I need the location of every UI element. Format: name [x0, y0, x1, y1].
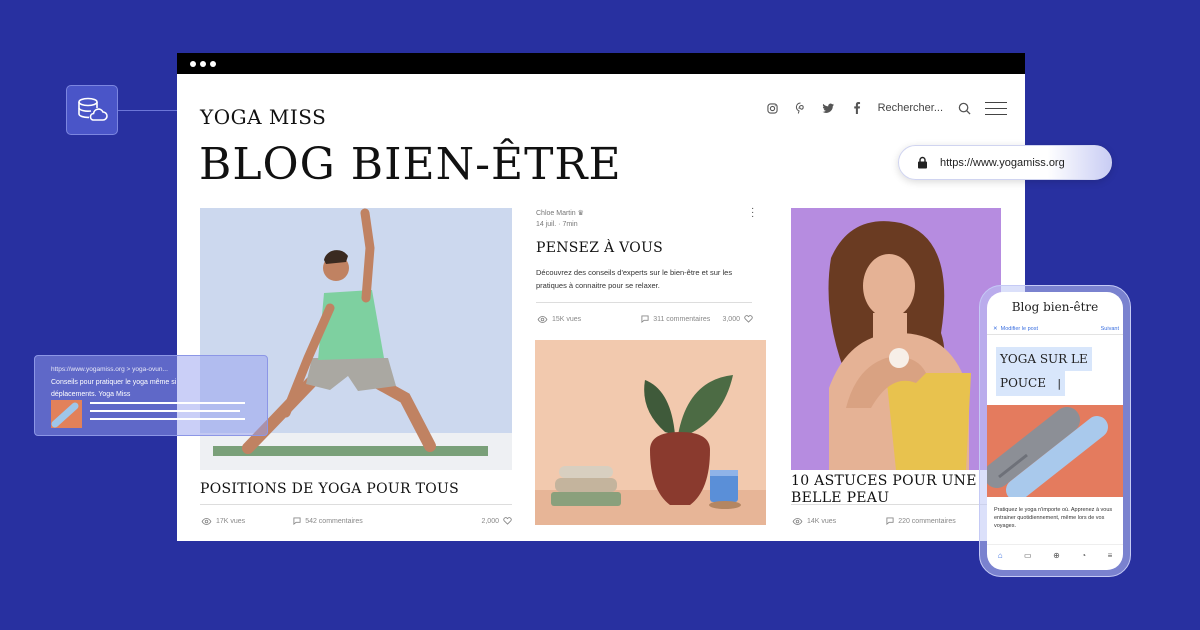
blog-title: BLOG BIEN-ÊTRE: [199, 139, 622, 190]
notifications-icon[interactable]: ◔: [1081, 551, 1086, 560]
post-author-meta: Chloe Martin ♛ 14 juil. · 7min: [536, 208, 584, 230]
post-divider: [791, 504, 1001, 505]
comments-count: 220 commentaires: [898, 517, 956, 525]
browser-chrome-bar: [177, 53, 1025, 74]
eye-icon: [201, 517, 212, 525]
comments-stat[interactable]: 311 commentaires: [641, 315, 710, 323]
database-cloud-widget: [66, 85, 118, 135]
site-name[interactable]: YOGA MISS: [200, 105, 326, 129]
edit-post-button[interactable]: ✕ Modifier le post: [993, 326, 1038, 332]
next-button[interactable]: Suivant: [1101, 326, 1119, 332]
url-text: https://www.yogamiss.org: [940, 156, 1065, 169]
comment-icon: [293, 517, 301, 525]
twitter-icon[interactable]: [822, 101, 836, 115]
phone-post-title-line: YOGA SUR LE: [996, 347, 1092, 371]
url-bar[interactable]: https://www.yogamiss.org: [898, 145, 1112, 180]
post-excerpt: Découvrez des conseils d'experts sur le …: [536, 268, 733, 290]
comment-icon: [641, 315, 649, 323]
menu-icon[interactable]: ≡: [1108, 551, 1113, 560]
pinterest-icon[interactable]: [794, 101, 808, 115]
hamburger-menu-icon[interactable]: [985, 101, 1007, 115]
post-stats: 15K vues 311 commentaires 3,000: [537, 315, 753, 323]
post-divider: [536, 302, 752, 303]
phone-edit-bar: ✕ Modifier le post Suivant: [993, 326, 1119, 332]
top-navigation: Rechercher...: [766, 101, 1007, 115]
views-stat: 15K vues: [537, 315, 582, 323]
plant-towels-image[interactable]: [535, 340, 766, 525]
views-count: 17K vues: [216, 517, 246, 525]
lock-icon: [918, 156, 927, 169]
close-icon[interactable]: ✕: [993, 326, 998, 332]
post-title[interactable]: 10 ASTUCES POUR UNE BELLE PEAU: [791, 473, 1001, 507]
heart-icon: [503, 517, 512, 525]
likes-count: 2,000: [481, 517, 499, 525]
facebook-icon[interactable]: [850, 101, 864, 115]
phone-divider: [987, 334, 1123, 335]
phone-screen: Blog bien-être ✕ Modifier le post Suivan…: [987, 292, 1123, 570]
comments-count: 542 commentaires: [305, 517, 363, 525]
post-stats: 17K vues 542 commentaires 2,000: [201, 517, 512, 525]
post-title[interactable]: POSITIONS DE YOGA POUR TOUS: [200, 481, 459, 498]
post-title[interactable]: PENSEZ À VOUS: [536, 240, 663, 257]
woman-skincare-image[interactable]: [791, 208, 1001, 470]
eye-icon: [537, 315, 548, 323]
search-result-card[interactable]: https://www.yogamiss.org > yoga-ovun... …: [34, 355, 268, 436]
browser-window: YOGA MISS BLOG BIEN-ÊTRE Rechercher... P…: [177, 53, 1025, 541]
post-date: 14 juil. · 7min: [536, 221, 578, 228]
phone-blog-title: Blog bien-être: [1011, 300, 1099, 314]
search-label[interactable]: Rechercher...: [878, 102, 943, 114]
window-dot[interactable]: [200, 60, 206, 67]
likes-count: 3,000: [722, 315, 740, 323]
author-name[interactable]: Chloe Martin: [536, 210, 576, 217]
crown-icon: ♛: [577, 210, 584, 217]
search-icon[interactable]: [957, 101, 971, 115]
phone-bottom-nav: ⌂ ▭ ⊕ ◔ ≡: [987, 544, 1123, 566]
add-icon[interactable]: ⊕: [1053, 551, 1060, 560]
window-dot[interactable]: [190, 60, 196, 67]
views-stat: 17K vues: [201, 517, 246, 525]
post-stats: 14K vues 220 commentaires: [792, 517, 1001, 525]
likes-stat[interactable]: 3,000: [722, 315, 753, 323]
snippet-description: Conseils pour pratiquer le yoga même si …: [51, 379, 177, 398]
text-cursor: |: [1057, 377, 1062, 390]
window-dot[interactable]: [210, 60, 216, 67]
comments-stat[interactable]: 542 commentaires: [293, 517, 363, 525]
eye-icon: [792, 517, 803, 525]
phone-post-title-editor[interactable]: YOGA SUR LE POUCE |: [996, 347, 1116, 396]
snippet-thumbnail: [51, 400, 82, 428]
views-count: 15K vues: [552, 315, 582, 323]
views-count: 14K vues: [807, 517, 837, 525]
home-icon[interactable]: ⌂: [998, 551, 1003, 560]
yoga-mat-image[interactable]: [987, 405, 1123, 497]
connector-line: [118, 110, 178, 111]
database-cloud-icon: [78, 97, 108, 121]
phone-post-title-line: POUCE |: [996, 371, 1066, 396]
snippet-placeholder-lines: [90, 402, 245, 426]
likes-stat[interactable]: 2,000: [481, 517, 512, 525]
heart-icon: [744, 315, 753, 323]
comments-count: 311 commentaires: [653, 315, 711, 323]
post-divider: [200, 504, 512, 505]
instagram-icon[interactable]: [766, 101, 780, 115]
views-stat: 14K vues: [792, 517, 837, 525]
phone-post-excerpt: Pratiquez le yoga n'importe où. Apprenez…: [994, 507, 1113, 529]
chat-icon[interactable]: ▭: [1024, 551, 1032, 560]
snippet-url[interactable]: https://www.yogamiss.org > yoga-ovun...: [51, 366, 251, 373]
more-options-icon[interactable]: · · ·: [751, 204, 757, 222]
comment-icon: [886, 517, 894, 525]
comments-stat[interactable]: 220 commentaires: [886, 517, 956, 525]
